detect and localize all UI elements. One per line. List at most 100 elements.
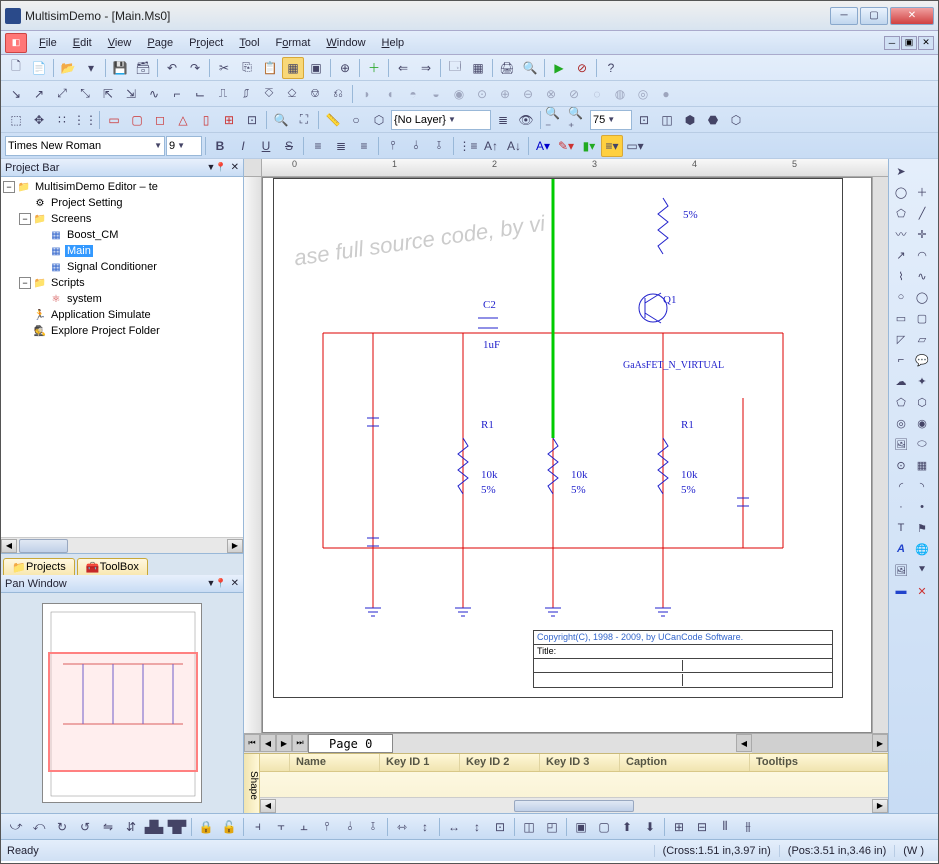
oval-tool[interactable]: ⬭ (912, 434, 932, 454)
zoom-out-button[interactable]: 🔍⁻ (544, 109, 566, 131)
font-color-button[interactable]: A▾ (532, 135, 554, 157)
zigzag-tool[interactable]: ⌇ (891, 266, 911, 286)
bt-send-backward[interactable]: ⬇ (639, 816, 661, 838)
curve-11[interactable]: ◌ (586, 83, 608, 105)
bt-align-top[interactable]: ⫯ (316, 816, 338, 838)
tree-expander[interactable]: − (19, 213, 31, 225)
curve-10[interactable]: ⊘ (563, 83, 585, 105)
panel-close-icon[interactable]: ✕ (231, 162, 239, 173)
bt-same-size[interactable]: ⊡ (489, 816, 511, 838)
connector-12[interactable]: ⎏ (258, 83, 280, 105)
bt-group[interactable]: ◫ (518, 816, 540, 838)
connector-6[interactable]: ⇲ (120, 83, 142, 105)
arrow-tool[interactable]: ↗ (891, 245, 911, 265)
pan-mode-button[interactable]: ✥ (28, 109, 50, 131)
font-size-combo[interactable]: 9▼ (166, 136, 202, 156)
diagonal-tool[interactable]: ◸ (891, 329, 911, 349)
plus-tool[interactable]: ＋ (912, 182, 932, 202)
select-button[interactable]: ▦ (282, 57, 304, 79)
measure-button[interactable]: 📏 (322, 109, 344, 131)
prop-col-tooltips[interactable]: Tooltips (750, 754, 888, 771)
blank-tool[interactable] (912, 161, 932, 181)
select-all-button[interactable]: ▣ (305, 57, 327, 79)
schematic-drawing[interactable]: ase full source code, by vi (263, 178, 853, 708)
undo-button[interactable]: ↶ (161, 57, 183, 79)
scroll-right-icon[interactable]: ▶ (227, 539, 243, 553)
cut-button[interactable]: ✂ (213, 57, 235, 79)
prop-col-keyid2[interactable]: Key ID 2 (460, 754, 540, 771)
triangle-button[interactable]: △ (172, 109, 194, 131)
canvas-viewport[interactable]: ase full source code, by vi (262, 177, 872, 733)
new-page-button[interactable]: 📄 (28, 57, 50, 79)
scroll-right-icon[interactable]: ▶ (872, 799, 888, 813)
bt-dist-h[interactable]: ⇿ (391, 816, 413, 838)
scroll-left-icon[interactable]: ◀ (1, 539, 17, 553)
bt-same-width[interactable]: ↔ (443, 816, 465, 838)
connector-5[interactable]: ⇱ (97, 83, 119, 105)
bt-align-right[interactable]: ⫠ (293, 816, 315, 838)
connector-14[interactable]: ⎊ (304, 83, 326, 105)
delete-tool[interactable]: ✕ (912, 581, 932, 601)
bt-rotate-cw[interactable]: ↻ (51, 816, 73, 838)
bt-dist-v[interactable]: ↕ (414, 816, 436, 838)
pentagon-tool[interactable]: ⬠ (891, 392, 911, 412)
cross-tool[interactable]: ✛ (912, 224, 932, 244)
paste-button[interactable]: 📋 (259, 57, 281, 79)
menu-file[interactable]: File (31, 35, 65, 51)
bold-button[interactable]: B (209, 135, 231, 157)
curve-2[interactable]: ◖ (379, 83, 401, 105)
maximize-button[interactable]: ▢ (860, 7, 888, 25)
curve-12[interactable]: ◍ (609, 83, 631, 105)
nav-fwd-button[interactable]: ⇒ (415, 57, 437, 79)
hexagon-button[interactable]: ⬡ (368, 109, 390, 131)
curve-14[interactable]: ● (655, 83, 677, 105)
bt-grid-space-h[interactable]: ⊞ (668, 816, 690, 838)
connector-1[interactable]: ↘ (5, 83, 27, 105)
scroll-thumb[interactable] (514, 800, 634, 812)
ellipse-tool[interactable]: ○ (891, 287, 911, 307)
zoom-region-button[interactable]: 🔍 (270, 109, 292, 131)
bt-2[interactable]: ⤺ (28, 816, 50, 838)
bt-same-height[interactable]: ↕ (466, 816, 488, 838)
dotgrid-button[interactable]: ⋮⋮ (74, 109, 96, 131)
bezier-tool[interactable]: 〰 (891, 224, 911, 244)
point-tool[interactable]: · (891, 497, 911, 517)
screens-button[interactable]: 🗔 (444, 57, 466, 79)
ruler-horizontal[interactable]: 0 1 2 3 4 5 (262, 159, 888, 177)
curve-1[interactable]: ◗ (356, 83, 378, 105)
arc2-tool[interactable]: ◜ (891, 476, 911, 496)
curve-8[interactable]: ⊖ (517, 83, 539, 105)
connector-2[interactable]: ↗ (28, 83, 50, 105)
help-button[interactable]: ? (600, 57, 622, 79)
page-first-button[interactable]: ⏮ (244, 734, 260, 752)
bt-align-bottom[interactable]: ⫱ (362, 816, 384, 838)
font-name-combo[interactable]: Times New Roman▼ (5, 136, 165, 156)
print-preview-button[interactable]: 🔍 (519, 57, 541, 79)
frame-button[interactable]: ⊞ (218, 109, 240, 131)
donut-tool[interactable]: ⊙ (891, 455, 911, 475)
chevron-down-icon[interactable]: ⯆ (912, 560, 932, 580)
tree-expander[interactable]: − (19, 277, 31, 289)
close-button[interactable]: ✕ (890, 7, 934, 25)
stop-button[interactable]: ⊘ (571, 57, 593, 79)
save-all-button[interactable]: 🗃 (132, 57, 154, 79)
open-button[interactable]: 📂 (57, 57, 79, 79)
italic-a-tool[interactable]: A (891, 539, 911, 559)
pointer-tool[interactable]: ➤ (891, 161, 911, 181)
tree-expander[interactable]: − (3, 181, 15, 193)
panel-close-icon[interactable]: ✕ (231, 578, 239, 589)
roundrect-tool[interactable]: ▢ (912, 308, 932, 328)
bt-rotate-ccw[interactable]: ↺ (74, 816, 96, 838)
ruler-vertical[interactable] (244, 177, 262, 733)
curve-9[interactable]: ⊗ (540, 83, 562, 105)
curve-5[interactable]: ◉ (448, 83, 470, 105)
nav-back-button[interactable]: ⇐ (392, 57, 414, 79)
connector-4[interactable]: ⤡ (74, 83, 96, 105)
hscroll-left-button[interactable]: ◀ (736, 734, 752, 752)
connector-8[interactable]: ⌐ (166, 83, 188, 105)
rect3-button[interactable]: ◻ (149, 109, 171, 131)
crop-button[interactable]: ⊡ (241, 109, 263, 131)
align-right-button[interactable]: ≡ (353, 135, 375, 157)
bt-flip-v[interactable]: ⇵ (120, 816, 142, 838)
bt-spacing-1[interactable]: ⫴ (714, 816, 736, 838)
